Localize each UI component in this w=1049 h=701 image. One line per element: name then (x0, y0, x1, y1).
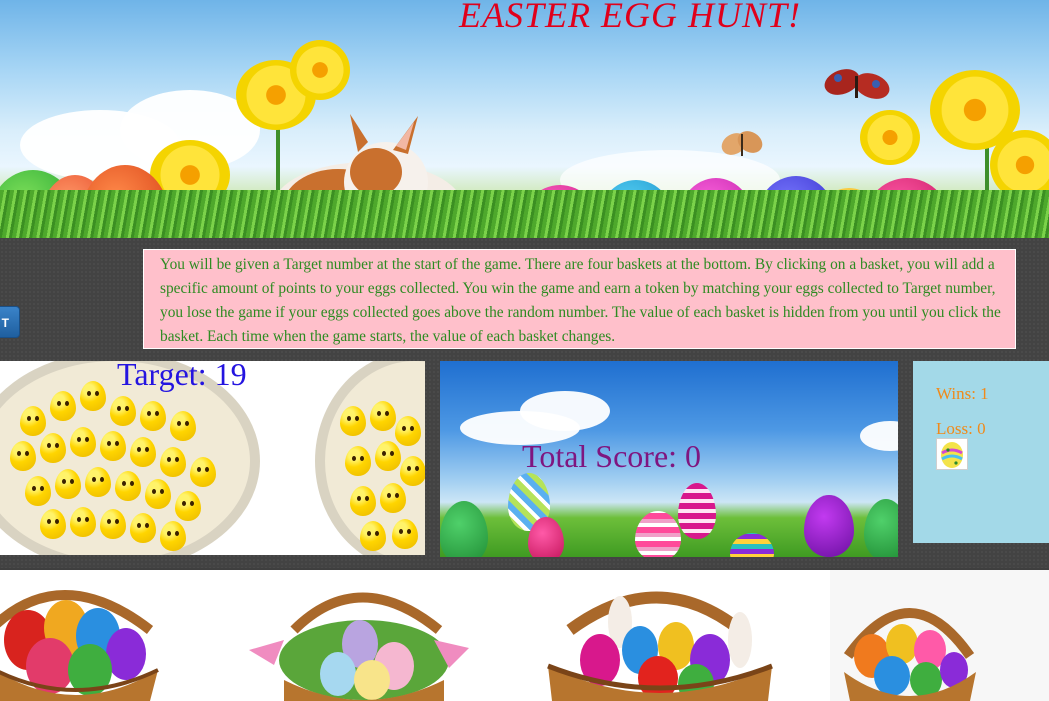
token-egg-icon (936, 438, 968, 470)
start-button[interactable]: T (0, 306, 20, 338)
hero-banner: EASTER EGG HUNT! (0, 0, 1049, 238)
decorated-eggs-basket-icon (0, 590, 159, 701)
bunny-chocolate-eggs-basket-icon (547, 591, 773, 701)
instructions-panel: You will be given a Target number at the… (143, 249, 1016, 349)
easter-egg-icon (730, 533, 774, 557)
cloud-decoration (520, 391, 610, 431)
target-number: Target: 19 (117, 356, 247, 392)
loss-count: Loss: 0 (936, 419, 986, 438)
page-title: EASTER EGG HUNT! (459, 0, 801, 35)
easter-egg-icon (528, 517, 564, 557)
baskets-row (0, 570, 1049, 701)
easter-egg-icon (635, 511, 681, 557)
colorful-eggs-basket-icon (843, 608, 976, 701)
cloud-decoration (860, 421, 898, 451)
instructions-text: You will be given a Target number at the… (160, 256, 1001, 345)
easter-egg-icon (864, 499, 898, 557)
easter-egg-icon (440, 501, 488, 557)
stats-panel: Wins: 1 Loss: 0 (913, 361, 1049, 543)
butterfly-icon (721, 131, 763, 156)
total-score: Total Score: 0 (522, 438, 702, 474)
grass-decoration (0, 190, 1049, 238)
basket-2-button[interactable] (244, 570, 474, 701)
easter-egg-icon (678, 483, 716, 539)
daffodil-icon (290, 40, 350, 100)
pastel-eggs-basket-icon (249, 592, 469, 701)
basket-3-button[interactable] (540, 570, 780, 701)
daffodil-icon (860, 110, 920, 165)
basket-1-button[interactable] (0, 570, 160, 701)
wins-count: Wins: 1 (936, 384, 989, 403)
easter-egg-icon (804, 495, 854, 557)
basket-4-button[interactable] (830, 570, 1049, 701)
butterfly-icon (824, 69, 890, 99)
